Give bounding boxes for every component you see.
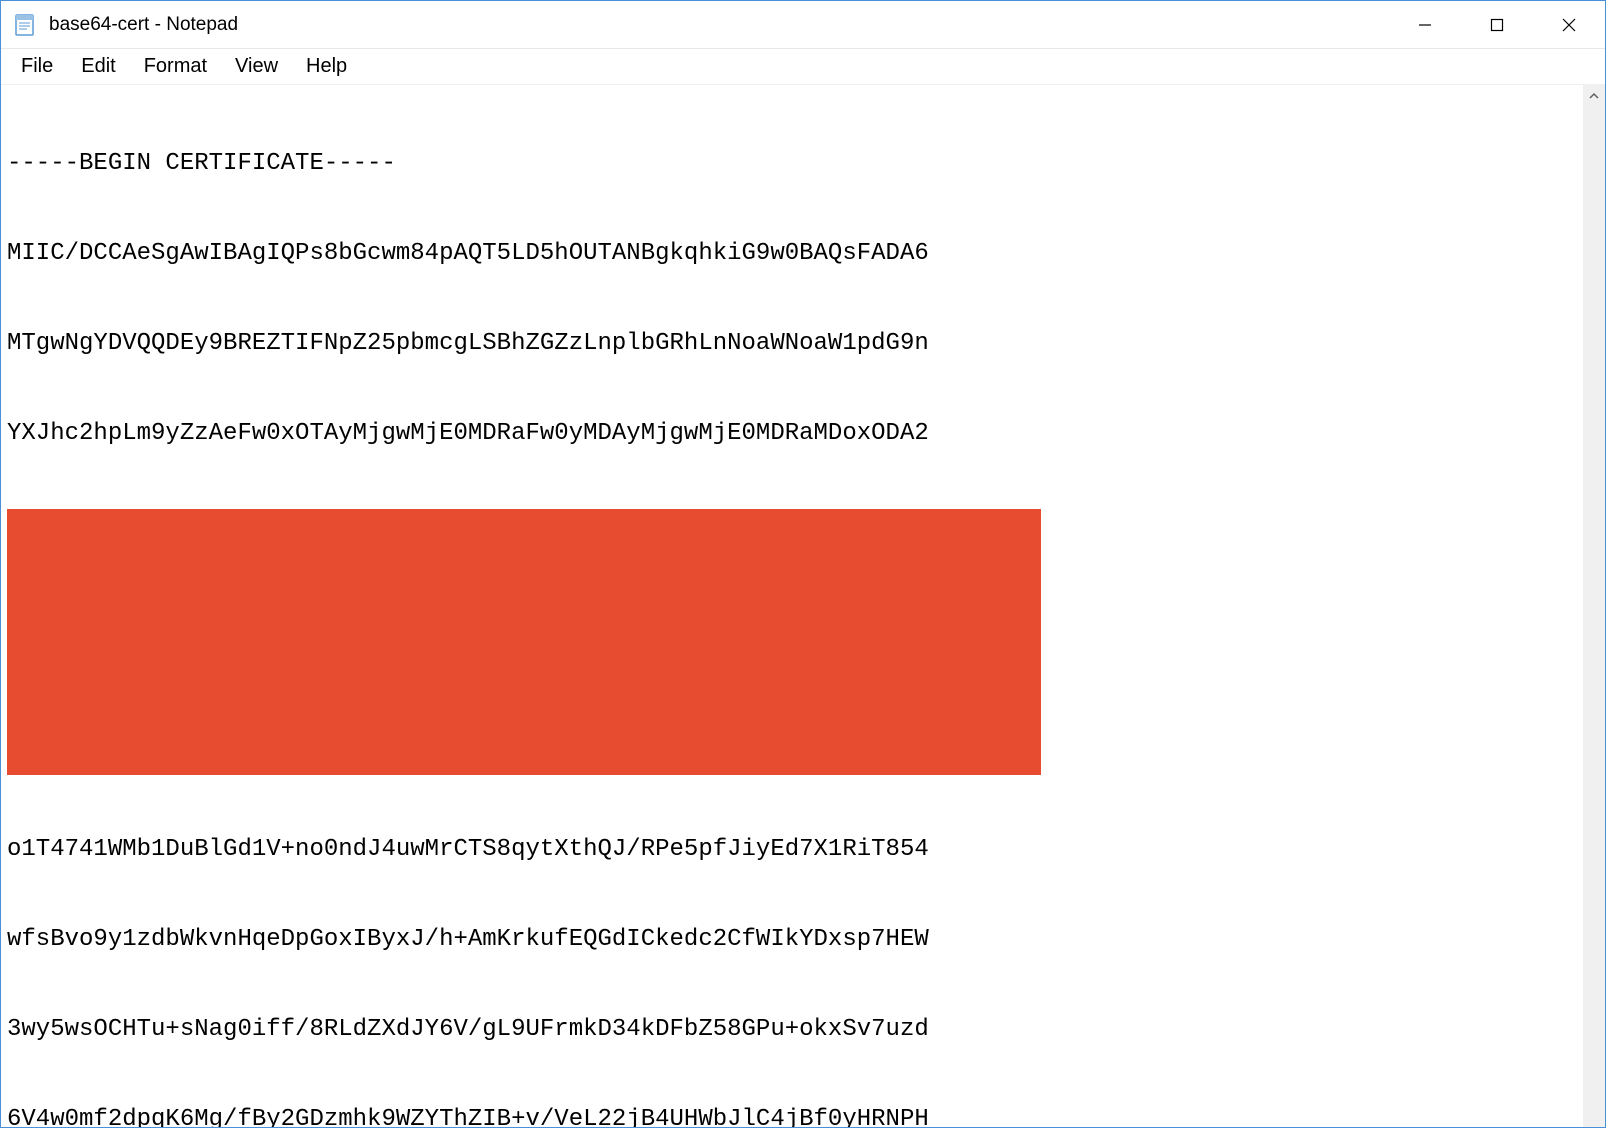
text-line: wfsBvo9y1zdbWkvnHqeDpGoxIByxJ/h+AmKrkufE…	[7, 925, 1581, 955]
menubar: File Edit Format View Help	[1, 49, 1605, 85]
window-controls	[1389, 1, 1605, 48]
text-line: YXJhc2hpLm9yZzAeFw0xOTAyMjgwMjE0MDRaFw0y…	[7, 419, 1581, 449]
scroll-up-icon[interactable]	[1583, 85, 1605, 107]
close-button[interactable]	[1533, 1, 1605, 48]
text-line: MIIC/DCCAeSgAwIBAgIQPs8bGcwm84pAQT5LD5hO…	[7, 239, 1581, 269]
content-wrap: -----BEGIN CERTIFICATE----- MIIC/DCCAeSg…	[1, 85, 1605, 1127]
titlebar[interactable]: base64-cert - Notepad	[1, 1, 1605, 49]
window-title: base64-cert - Notepad	[49, 14, 1389, 36]
maximize-button[interactable]	[1461, 1, 1533, 48]
text-line: 6V4w0mf2dpqK6Mg/fBy2GDzmhk9WZYThZIB+v/Ve…	[7, 1105, 1581, 1127]
notepad-app-icon	[13, 13, 37, 37]
editor-area: -----BEGIN CERTIFICATE----- MIIC/DCCAeSg…	[1, 85, 1605, 1127]
redaction-overlay	[7, 509, 1041, 775]
vertical-scrollbar[interactable]	[1583, 85, 1605, 1127]
text-line: 3wy5wsOCHTu+sNag0iff/8RLdZXdJY6V/gL9UFrm…	[7, 1015, 1581, 1045]
text-editor[interactable]: -----BEGIN CERTIFICATE----- MIIC/DCCAeSg…	[1, 85, 1583, 1127]
menu-format[interactable]: Format	[130, 51, 221, 82]
text-line: MTgwNgYDVQQDEy9BREZTIFNpZ25pbmcgLSBhZGZz…	[7, 329, 1581, 359]
minimize-button[interactable]	[1389, 1, 1461, 48]
menu-view[interactable]: View	[221, 51, 292, 82]
text-line: -----BEGIN CERTIFICATE-----	[7, 149, 1581, 179]
notepad-window: base64-cert - Notepad File Edit Format V…	[0, 0, 1606, 1128]
menu-file[interactable]: File	[7, 51, 67, 82]
text-line: o1T4741WMb1DuBlGd1V+no0ndJ4uwMrCTS8qytXt…	[7, 835, 1581, 865]
menu-edit[interactable]: Edit	[67, 51, 129, 82]
menu-help[interactable]: Help	[292, 51, 361, 82]
